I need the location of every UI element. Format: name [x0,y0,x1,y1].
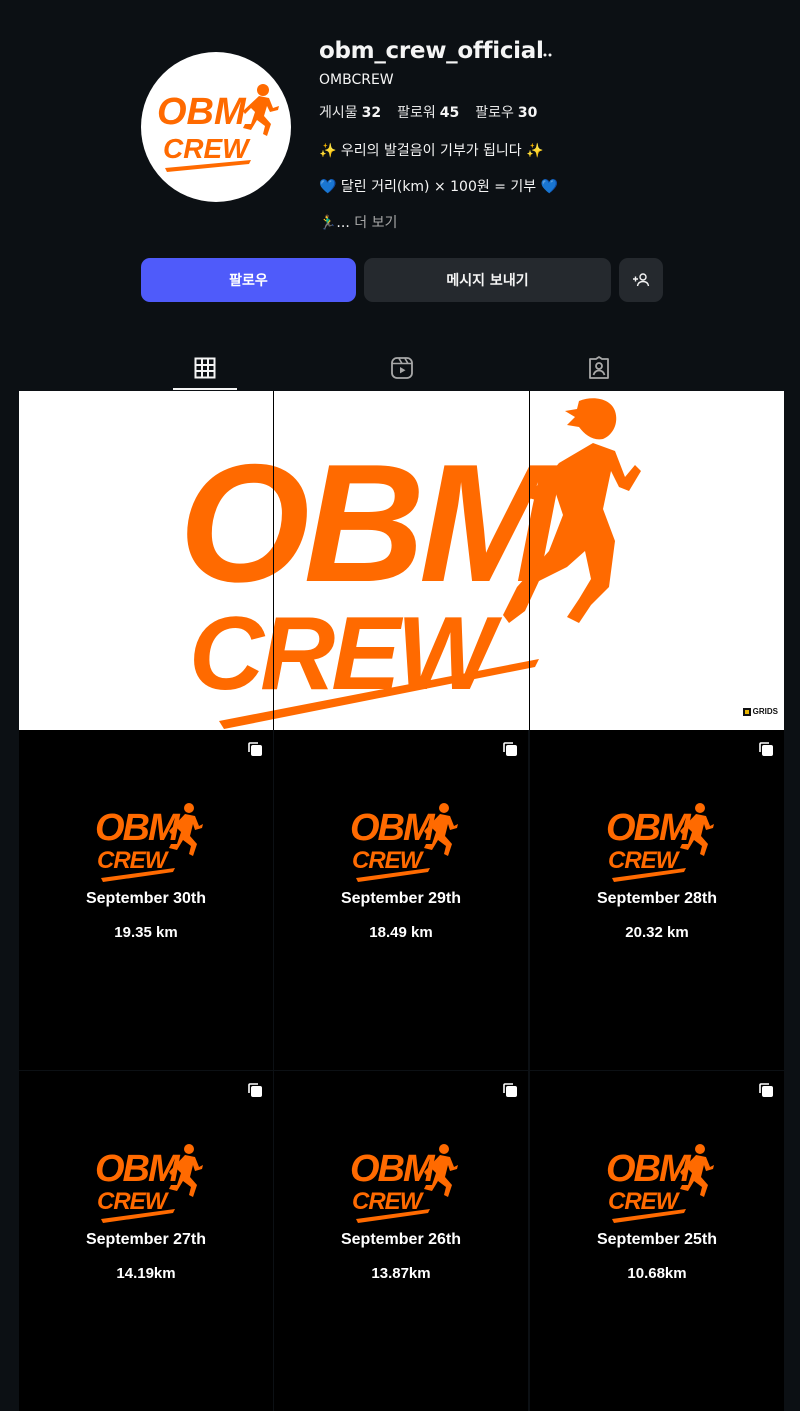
svg-text:OBM: OBM [350,807,436,849]
ellipsis-icon [538,53,552,57]
add-person-icon [633,273,650,287]
stat-followers-value: 45 [439,105,460,121]
carousel-icon [759,742,773,756]
post-tile[interactable]: OBM CREW September 30th 19.35 km [19,730,273,1070]
bio-more-link[interactable]: 더 보기 [354,215,397,231]
stat-posts-label: 게시물 [319,105,358,121]
carousel-icon [503,1083,517,1097]
grids-watermark: GRIDS [742,707,778,716]
post-distance: 14.19km [116,1265,176,1282]
post-tile[interactable]: OBM CREW September 25th 10.68km [530,1071,784,1411]
carousel-icon [759,1083,773,1097]
svg-text:CREW: CREW [608,1188,681,1215]
svg-text:OBM: OBM [95,1148,181,1190]
post-tile[interactable]: OBM CREW September 27th 14.19km [19,1071,273,1411]
profile-avatar[interactable]: OBM CREW [141,52,291,202]
tab-posts-grid[interactable] [173,348,237,390]
carousel-icon [248,742,262,756]
obm-crew-logo: OBM CREW [95,803,203,882]
svg-text:OBM: OBM [606,1148,692,1190]
svg-text:OBM: OBM [95,807,181,849]
pinned-banner-post[interactable]: OBM CREW GRIDS [19,391,784,730]
stat-followers-label: 팔로워 [397,105,436,121]
post-distance: 10.68km [627,1265,687,1282]
svg-text:OBM: OBM [350,1148,436,1190]
post-date: September 27th [85,1231,207,1248]
stat-posts: 게시물 32 [319,102,381,122]
follow-button[interactable]: 팔로우 [141,258,356,302]
svg-text:CREW: CREW [352,847,425,874]
obm-crew-logo: OBM CREW [157,84,279,172]
profile-stats: 게시물 32 팔로워 45 팔로우 30 [319,102,537,122]
post-distance: 19.35 km [114,924,178,941]
obm-crew-logo: OBM CREW [350,803,458,882]
stat-followers[interactable]: 팔로워 45 [397,102,459,122]
profile-username: obm_crew_official [319,38,544,64]
tab-reels[interactable] [370,348,434,388]
grids-logo-icon [742,707,751,716]
tagged-icon [589,356,609,379]
post-date: September 26th [340,1231,462,1248]
stat-following-label: 팔로우 [475,105,514,121]
post-tile[interactable]: OBM CREW September 28th 20.32 km [530,730,784,1070]
svg-text:CREW: CREW [608,847,681,874]
profile-full-name: OMBCREW [319,72,394,88]
post-distance: 20.32 km [625,924,689,941]
obm-crew-logo: OBM CREW [95,1144,203,1223]
grids-badge-text: GRIDS [752,707,778,716]
svg-text:OBM: OBM [606,807,692,849]
bio-line-1: ✨ 우리의 발걸음이 기부가 됩니다 ✨ [319,143,544,159]
avatar-logo-line2: CREW [163,133,251,164]
stat-posts-value: 32 [361,105,382,121]
stat-following[interactable]: 팔로우 30 [475,102,537,122]
bio-line-3-text: 🏃‍♂️... [319,215,350,231]
post-tile[interactable]: OBM CREW September 26th 13.87km [274,1071,528,1411]
bio-line-2: 💙 달린 거리(km) × 100원 = 기부 💙 [319,179,559,195]
post-date: September 29th [340,890,462,907]
post-distance: 18.49 km [369,924,433,941]
posts-grid: OBM CREW GRIDS OBM CREW September 30th 1… [19,391,784,1411]
post-tile[interactable]: OBM CREW September 29th 18.49 km [274,730,528,1070]
tab-tagged[interactable] [567,348,631,388]
grid-icon [194,357,216,379]
post-date: September 25th [596,1231,718,1248]
svg-text:CREW: CREW [97,1188,170,1215]
more-options-button[interactable] [536,40,554,64]
obm-crew-logo: OBM CREW [350,1144,458,1223]
message-button[interactable]: 메시지 보내기 [364,258,611,302]
banner-logo: OBM CREW [179,398,641,729]
svg-text:CREW: CREW [97,847,170,874]
carousel-icon [503,742,517,756]
banner-logo-line1: OBM [179,429,562,617]
post-date: September 28th [596,890,718,907]
stat-following-value: 30 [517,105,538,121]
avatar-logo-line1: OBM [157,91,247,133]
post-date: September 30th [85,890,207,907]
svg-text:CREW: CREW [352,1188,425,1215]
carousel-icon [248,1083,262,1097]
post-distance: 13.87km [371,1265,431,1282]
reels-icon [391,357,413,379]
bio-line-3: 🏃‍♂️... 더 보기 [319,212,397,232]
obm-crew-logo: OBM CREW [606,803,714,882]
suggested-accounts-button[interactable] [619,258,663,302]
profile-tabs [0,348,800,390]
obm-crew-logo: OBM CREW [606,1144,714,1223]
runner-icon [243,84,279,136]
